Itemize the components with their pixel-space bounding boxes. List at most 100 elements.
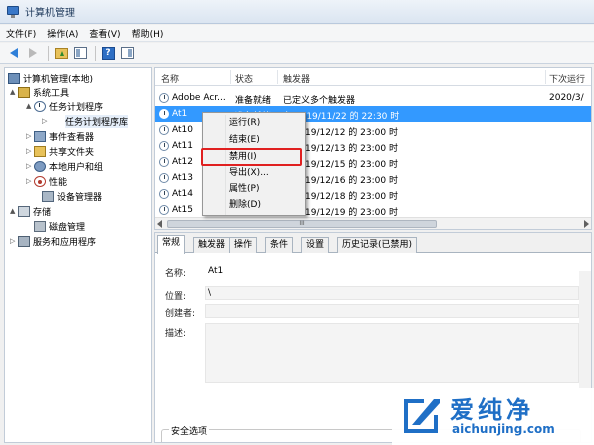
name-label: 名称: [165,269,187,279]
task-name: At11 [172,141,193,151]
expand-icon[interactable]: ▷ [26,147,34,155]
tree-item-storage[interactable]: ▲ 存储 [10,204,51,218]
task-name: At15 [172,205,193,215]
tab-conditions[interactable]: 条件 [265,237,294,253]
action-pane-icon[interactable] [119,45,135,61]
event-viewer-icon [34,130,46,142]
column-separator[interactable] [230,70,231,84]
task-trigger: 19/12/18 的 23:00 时 [305,192,398,202]
tree-item-task-scheduler-library[interactable]: ▷ 任务计划程序库 [42,114,129,128]
column-header-trigger[interactable]: 触发器 [283,72,310,85]
menu-action[interactable]: 操作(A) [47,27,78,40]
expand-icon[interactable]: ▷ [26,177,34,185]
computer-icon [8,72,20,84]
collapse-icon[interactable]: ▲ [10,88,18,96]
detail-tabs: 常规 触发器 操作 条件 设置 历史记录(已禁用) [155,233,591,254]
horizontal-scrollbar[interactable]: III [155,217,591,229]
tab-history[interactable]: 历史记录(已禁用) [337,237,418,253]
column-header-name[interactable]: 名称 [161,72,179,85]
tree-item-system-tools[interactable]: ▲ 系统工具 [10,85,69,99]
title-bar: 计算机管理 [0,0,594,24]
disable-highlight-box [201,148,302,166]
description-field [205,323,579,383]
up-folder-icon[interactable] [53,45,69,61]
column-separator[interactable] [545,70,546,84]
disk-icon [34,220,46,232]
computer-management-icon [6,5,20,19]
help-icon[interactable]: ? [100,45,116,61]
expand-icon[interactable]: ▷ [26,162,34,170]
context-menu-run[interactable]: 运行(R) [229,116,260,131]
storage-icon [18,205,30,217]
menu-view[interactable]: 查看(V) [89,27,120,40]
task-name: At12 [172,157,193,167]
expand-icon[interactable]: ▷ [26,132,34,140]
task-trigger: 已定义多个触发器 [283,96,356,106]
menu-file[interactable]: 文件(F) [6,27,36,40]
task-icon [159,189,169,199]
author-field [205,304,579,318]
name-value: At1 [208,266,224,276]
watermark-url: aichunjing.com [452,422,555,436]
tree-item-local-users-groups[interactable]: ▷ 本地用户和组 [26,159,103,173]
task-icon [159,125,169,135]
column-separator[interactable] [277,70,278,84]
column-header-status[interactable]: 状态 [235,72,253,85]
tree-item-computer-management[interactable]: 计算机管理(本地) [8,71,93,85]
task-name: At14 [172,189,193,199]
show-hide-tree-icon[interactable] [72,45,88,61]
toolbar: ? [0,43,594,64]
tree-item-performance[interactable]: ▷ 性能 [26,174,67,188]
tab-general[interactable]: 常规 [157,235,186,254]
context-menu-export[interactable]: 导出(X)... [229,166,269,181]
menu-help[interactable]: 帮助(H) [132,27,164,40]
column-header-next-run[interactable]: 下次运行 [549,72,585,85]
scroll-left-icon[interactable] [157,220,162,228]
forward-arrow-icon[interactable] [25,45,41,61]
tab-triggers[interactable]: 触发器 [193,237,231,253]
context-menu-properties[interactable]: 属性(P) [229,182,259,197]
description-label: 描述: [165,329,187,339]
navigation-tree: 计算机管理(本地) ▲ 系统工具 ▲ 任务计划程序 ▷ 任务计划程序库 ▷ 事件… [4,67,152,443]
scroll-thumb[interactable]: III [167,220,437,228]
expand-icon[interactable]: ▷ [10,237,18,245]
tree-item-services-apps[interactable]: ▷ 服务和应用程序 [10,234,96,248]
location-value: \ [208,288,212,298]
task-next-run: 2020/3/ [549,93,584,103]
tree-item-shared-folders[interactable]: ▷ 共享文件夹 [26,144,94,158]
watermark-title: 爱纯净 [450,396,534,424]
shared-folder-icon [34,145,46,157]
table-row[interactable]: Adobe Acr... 准备就绪 已定义多个触发器 2020/3/ [155,90,591,106]
list-header: 名称 状态 触发器 下次运行 [155,68,591,86]
toolbar-separator [95,45,96,61]
back-arrow-icon[interactable] [6,45,22,61]
tab-settings[interactable]: 设置 [301,237,330,253]
users-icon [34,160,46,172]
task-icon [159,93,169,103]
location-label: 位置: [165,292,187,302]
tree-item-device-manager[interactable]: 设备管理器 [42,189,102,203]
collapse-icon[interactable]: ▲ [26,102,34,110]
tree-item-event-viewer[interactable]: ▷ 事件查看器 [26,129,94,143]
task-trigger: 19/12/12 的 23:00 时 [305,128,398,138]
task-icon [159,173,169,183]
context-menu-delete[interactable]: 删除(D) [229,198,261,213]
task-icon [159,141,169,151]
tab-actions[interactable]: 操作 [229,237,258,253]
expand-icon[interactable]: ▷ [42,117,50,125]
tree-item-task-scheduler[interactable]: ▲ 任务计划程序 [26,99,103,113]
performance-icon [34,175,46,187]
task-trigger: 19/12/13 的 23:00 时 [305,144,398,154]
collapse-icon[interactable]: ▲ [10,207,18,215]
task-status: 准备就绪 [235,96,272,106]
task-name: Adobe Acr... [172,93,226,103]
tree-item-disk-management[interactable]: 磁盘管理 [34,219,85,233]
watermark-logo-icon [404,399,440,433]
security-options-label: 安全选项 [169,424,210,437]
scroll-right-icon[interactable] [584,220,589,228]
task-icon [159,205,169,215]
services-icon [18,235,30,247]
context-menu-end[interactable]: 结束(E) [229,133,260,148]
window-title: 计算机管理 [25,8,75,19]
toolbar-separator [48,45,49,61]
